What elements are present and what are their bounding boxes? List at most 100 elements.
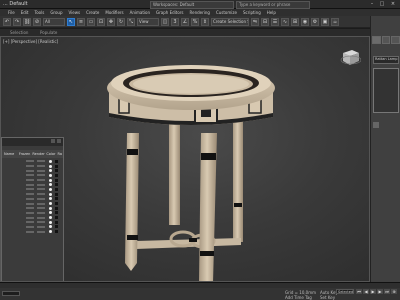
list-item[interactable]: [4, 229, 63, 234]
prev-frame-icon[interactable]: ◀: [363, 289, 369, 294]
maximize-button[interactable]: □: [378, 1, 386, 7]
render-indicator[interactable]: [37, 193, 45, 196]
render-indicator[interactable]: [37, 207, 45, 210]
close-button[interactable]: ×: [389, 1, 397, 7]
frozen-indicator[interactable]: [26, 188, 34, 191]
layer-icon[interactable]: ☰: [271, 17, 279, 26]
viewport-label[interactable]: [+] [Perspective] [Realistic]: [3, 39, 58, 44]
menu-file[interactable]: File: [8, 10, 15, 15]
radiosity-indicator[interactable]: [55, 211, 58, 215]
col-color[interactable]: Color: [44, 152, 55, 156]
color-swatch-icon[interactable]: [49, 197, 52, 201]
render-indicator[interactable]: [37, 188, 45, 191]
render-icon[interactable]: ☕: [331, 17, 339, 26]
menu-tools[interactable]: Tools: [34, 10, 44, 15]
radiosity-indicator[interactable]: [55, 169, 58, 173]
frozen-indicator[interactable]: [26, 179, 34, 182]
frozen-indicator[interactable]: [26, 225, 34, 228]
color-swatch-icon[interactable]: [49, 230, 52, 234]
menu-help[interactable]: Help: [267, 10, 276, 15]
frozen-indicator[interactable]: [26, 174, 34, 177]
panel-minimize-icon[interactable]: [51, 139, 55, 143]
modify-tab-icon[interactable]: [381, 36, 391, 44]
render-indicator[interactable]: [37, 183, 45, 186]
radiosity-indicator[interactable]: [55, 220, 58, 224]
play-icon[interactable]: ▶: [370, 289, 376, 294]
color-swatch-icon[interactable]: [49, 187, 52, 191]
radiosity-indicator[interactable]: [55, 192, 58, 196]
select-object-icon[interactable]: ↖: [67, 17, 75, 26]
object-name-field[interactable]: Rattan Lamp: [373, 56, 399, 64]
render-indicator[interactable]: [37, 211, 45, 214]
ribbon-selection-tab[interactable]: Selection: [10, 30, 28, 35]
search-field[interactable]: Type a keyword or phrase: [236, 1, 310, 9]
next-frame-icon[interactable]: ▶: [377, 289, 383, 294]
modifier-stack[interactable]: [373, 68, 399, 113]
go-start-icon[interactable]: ⏮: [356, 289, 362, 294]
radiosity-indicator[interactable]: [55, 183, 58, 187]
color-swatch-icon[interactable]: [49, 192, 52, 196]
frozen-indicator[interactable]: [26, 193, 34, 196]
render-frame-icon[interactable]: ▣: [321, 17, 329, 26]
radiosity-indicator[interactable]: [55, 225, 58, 229]
color-swatch-icon[interactable]: [49, 164, 52, 168]
rect-region-icon[interactable]: ▭: [87, 17, 95, 26]
move-icon[interactable]: ✥: [107, 17, 115, 26]
menu-create[interactable]: Create: [86, 10, 99, 15]
render-indicator[interactable]: [37, 197, 45, 200]
render-indicator[interactable]: [37, 202, 45, 205]
align-icon[interactable]: ⊟: [261, 17, 269, 26]
frozen-indicator[interactable]: [26, 202, 34, 205]
render-indicator[interactable]: [37, 225, 45, 228]
menu-rendering[interactable]: Rendering: [190, 10, 210, 15]
radiosity-indicator[interactable]: [55, 187, 58, 191]
viewcube-icon[interactable]: [339, 47, 361, 67]
color-swatch-icon[interactable]: [49, 211, 52, 215]
frozen-indicator[interactable]: [26, 211, 34, 214]
render-indicator[interactable]: [37, 221, 45, 224]
curve-editor-icon[interactable]: ∿: [281, 17, 289, 26]
radiosity-indicator[interactable]: [55, 202, 58, 206]
frozen-indicator[interactable]: [26, 221, 34, 224]
render-indicator[interactable]: [37, 179, 45, 182]
color-swatch-icon[interactable]: [49, 206, 52, 210]
percent-snap-icon[interactable]: %: [191, 17, 199, 26]
redo-icon[interactable]: ↷: [13, 17, 21, 26]
autokey-selected-dropdown[interactable]: Selected: [336, 289, 354, 294]
material-editor-icon[interactable]: ◉: [301, 17, 309, 26]
panel-close-icon[interactable]: [57, 139, 61, 143]
radiosity-indicator[interactable]: [55, 164, 58, 168]
minimize-button[interactable]: –: [368, 1, 376, 7]
link-icon[interactable]: ⛓: [23, 17, 31, 26]
color-swatch-icon[interactable]: [49, 178, 52, 182]
radiosity-indicator[interactable]: [55, 178, 58, 182]
render-indicator[interactable]: [37, 160, 45, 163]
perspective-viewport[interactable]: [+] [Perspective] [Realistic] Name Froze…: [0, 36, 370, 282]
radiosity-indicator[interactable]: [55, 216, 58, 220]
menu-graph-editors[interactable]: Graph Editors: [156, 10, 183, 15]
scale-icon[interactable]: ⤡: [127, 17, 135, 26]
frozen-indicator[interactable]: [26, 230, 34, 233]
mirror-icon[interactable]: ⇋: [251, 17, 259, 26]
color-swatch-icon[interactable]: [49, 159, 52, 163]
radiosity-indicator[interactable]: [55, 173, 58, 177]
ribbon-populate-tab[interactable]: Populate: [40, 30, 57, 35]
render-indicator[interactable]: [37, 230, 45, 233]
unlink-icon[interactable]: ⊘: [33, 17, 41, 26]
menu-modifiers[interactable]: Modifiers: [105, 10, 123, 15]
frozen-indicator[interactable]: [26, 160, 34, 163]
color-swatch-icon[interactable]: [49, 216, 52, 220]
radiosity-indicator[interactable]: [55, 197, 58, 201]
zoom-extents-icon[interactable]: ⊕: [391, 289, 397, 294]
frozen-indicator[interactable]: [26, 197, 34, 200]
menu-edit[interactable]: Edit: [21, 10, 29, 15]
frozen-indicator[interactable]: [26, 165, 34, 168]
col-name[interactable]: Name: [2, 152, 17, 156]
render-indicator[interactable]: [37, 216, 45, 219]
color-swatch-icon[interactable]: [49, 225, 52, 229]
selection-filter-dropdown[interactable]: All: [43, 17, 65, 26]
named-selection-dropdown[interactable]: Create Selection Set: [211, 17, 249, 26]
scene-explorer-titlebar[interactable]: [2, 138, 63, 146]
color-swatch-icon[interactable]: [49, 183, 52, 187]
setkey-label[interactable]: Set Key: [320, 295, 335, 300]
